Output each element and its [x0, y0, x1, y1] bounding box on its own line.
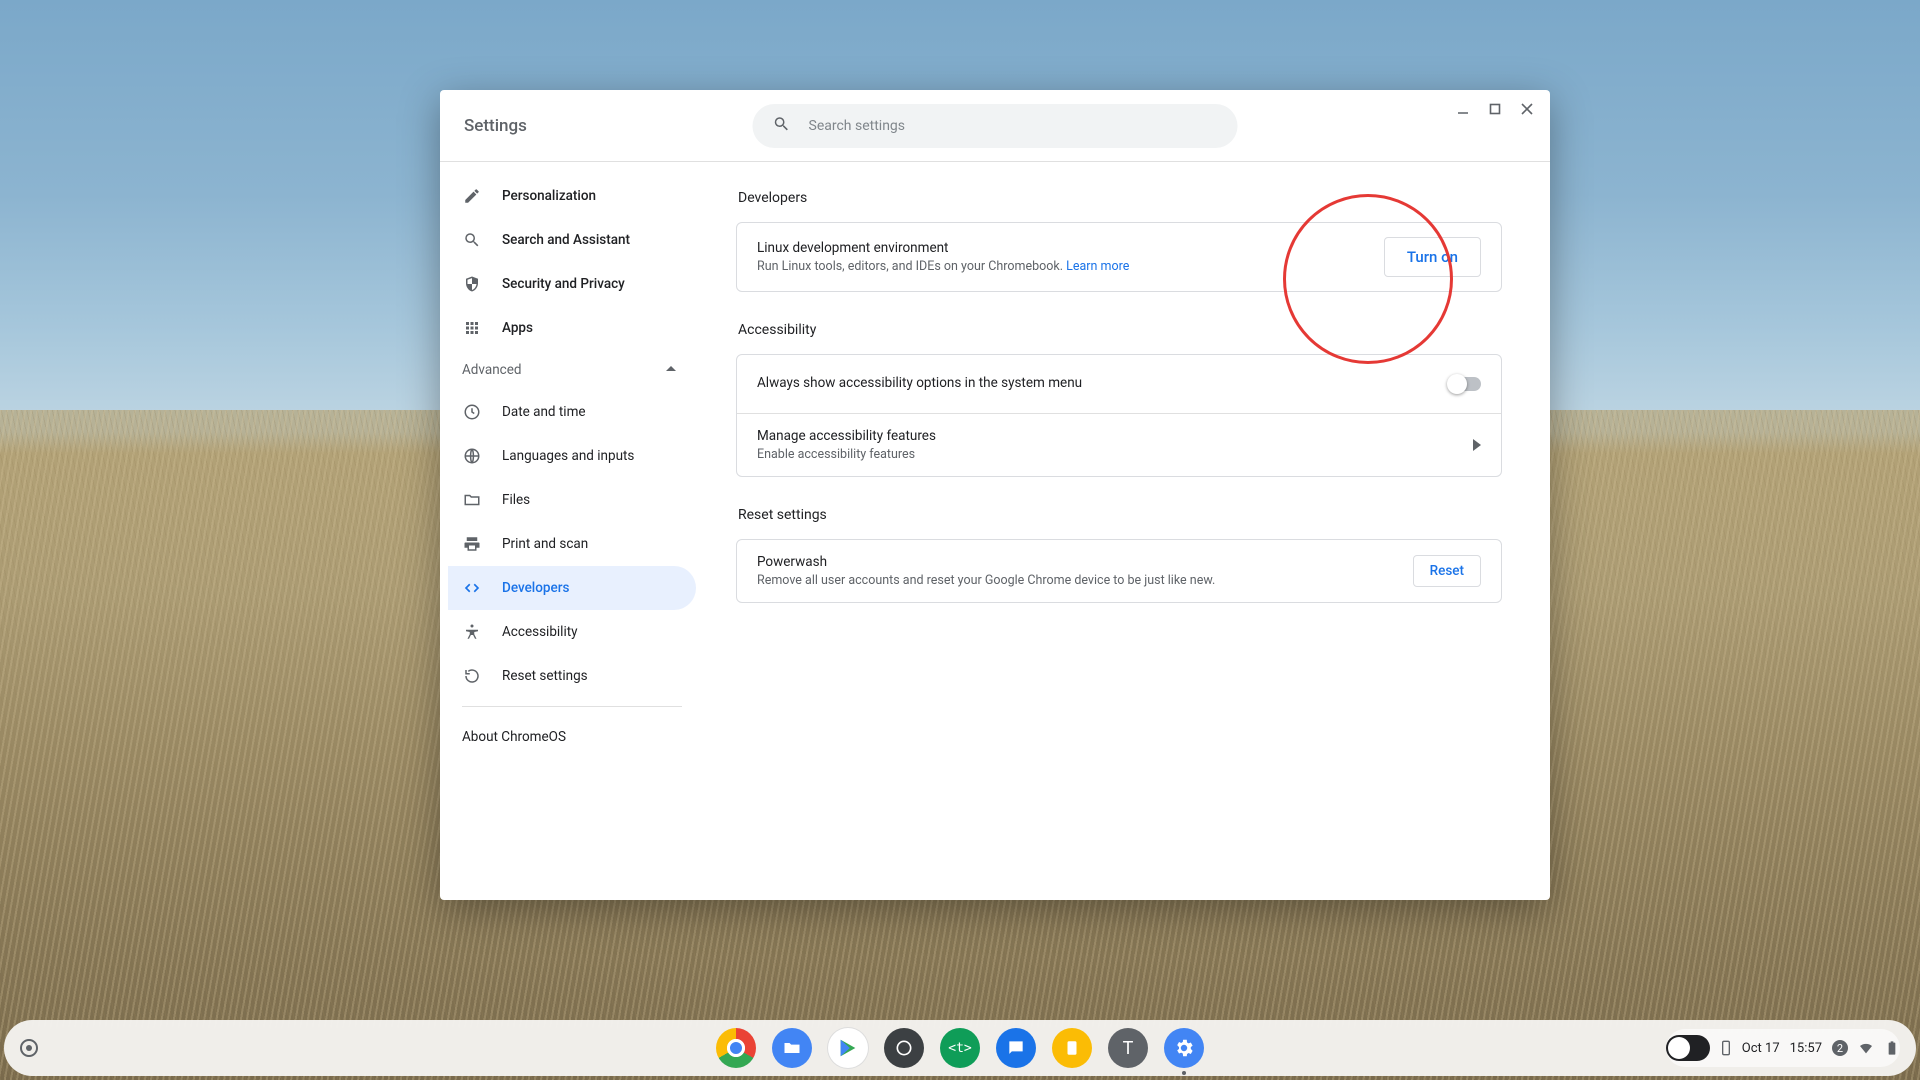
- reset-button[interactable]: Reset: [1413, 555, 1481, 587]
- shield-icon: [462, 274, 482, 294]
- linux-environment-row: Linux development environment Run Linux …: [737, 223, 1501, 291]
- row-title: Always show accessibility options in the…: [757, 375, 1082, 391]
- shelf-app-terminal[interactable]: T: [1108, 1028, 1148, 1068]
- sidebar-item-label: Accessibility: [502, 624, 578, 640]
- shelf-app-settings[interactable]: [1164, 1028, 1204, 1068]
- section-heading-developers: Developers: [738, 190, 1502, 206]
- header: Settings: [440, 90, 1550, 162]
- row-title: Powerwash: [757, 554, 1215, 570]
- clock-icon: [462, 402, 482, 422]
- shelf-app-code[interactable]: <t>: [940, 1028, 980, 1068]
- phone-icon: [1718, 1040, 1734, 1056]
- shelf-app-quicksettings[interactable]: [884, 1028, 924, 1068]
- reset-icon: [462, 666, 482, 686]
- shelf-app-files[interactable]: [772, 1028, 812, 1068]
- sidebar-item-accessibility[interactable]: Accessibility: [448, 610, 696, 654]
- sidebar-item-label: Security and Privacy: [502, 276, 625, 292]
- sidebar-item-print-scan[interactable]: Print and scan: [448, 522, 696, 566]
- toggle-switch[interactable]: [1449, 377, 1481, 391]
- sidebar-item-personalization[interactable]: Personalization: [448, 174, 696, 218]
- search-input[interactable]: [809, 118, 1230, 134]
- always-show-a11y-row[interactable]: Always show accessibility options in the…: [737, 355, 1501, 413]
- sidebar-item-apps[interactable]: Apps: [448, 306, 696, 350]
- content-area: Developers Linux development environment…: [696, 162, 1550, 900]
- shelf-apps: <t> T: [716, 1028, 1204, 1068]
- shelf-app-play[interactable]: [828, 1028, 868, 1068]
- sidebar-item-files[interactable]: Files: [448, 478, 696, 522]
- shelf: <t> T Oct 17 15:57 2: [4, 1020, 1916, 1076]
- wifi-icon: [1858, 1040, 1874, 1056]
- learn-more-link[interactable]: Learn more: [1066, 259, 1129, 274]
- chevron-up-icon: [666, 362, 676, 378]
- accessibility-icon: [462, 622, 482, 642]
- folder-icon: [462, 490, 482, 510]
- sidebar-item-label: Apps: [502, 320, 533, 336]
- status-tray[interactable]: Oct 17 15:57 2: [1666, 1029, 1900, 1067]
- pencil-icon: [462, 186, 482, 206]
- section-heading-reset: Reset settings: [738, 507, 1502, 523]
- apps-grid-icon: [462, 318, 482, 338]
- sidebar-item-label: Date and time: [502, 404, 586, 420]
- code-icon: [462, 578, 482, 598]
- printer-icon: [462, 534, 482, 554]
- row-title: Manage accessibility features: [757, 428, 936, 444]
- dark-mode-toggle[interactable]: [1666, 1035, 1710, 1061]
- sidebar-section-advanced[interactable]: Advanced: [448, 350, 696, 390]
- sidebar: Personalization Search and Assistant Sec…: [440, 162, 696, 900]
- row-subtitle: Enable accessibility features: [757, 447, 936, 462]
- sidebar-item-label: About ChromeOS: [462, 729, 566, 745]
- tray-date: Oct 17: [1742, 1041, 1780, 1056]
- sidebar-item-reset[interactable]: Reset settings: [448, 654, 696, 698]
- developers-card: Linux development environment Run Linux …: [736, 222, 1502, 292]
- sidebar-item-label: Print and scan: [502, 536, 588, 552]
- chevron-right-icon: [1473, 436, 1481, 455]
- reset-card: Powerwash Remove all user accounts and r…: [736, 539, 1502, 603]
- search-icon: [462, 230, 482, 250]
- turn-on-button[interactable]: Turn on: [1384, 237, 1481, 277]
- row-title: Linux development environment: [757, 240, 1129, 256]
- manage-a11y-row[interactable]: Manage accessibility features Enable acc…: [737, 413, 1501, 476]
- sidebar-item-developers[interactable]: Developers: [448, 566, 696, 610]
- sidebar-item-date-time[interactable]: Date and time: [448, 390, 696, 434]
- notification-badge[interactable]: 2: [1832, 1040, 1848, 1056]
- sidebar-item-languages[interactable]: Languages and inputs: [448, 434, 696, 478]
- sidebar-item-about[interactable]: About ChromeOS: [448, 715, 696, 759]
- settings-window: Settings Personalization Search and Assi…: [440, 90, 1550, 900]
- sidebar-item-label: Search and Assistant: [502, 232, 630, 248]
- sidebar-item-label: Languages and inputs: [502, 448, 634, 464]
- globe-icon: [462, 446, 482, 466]
- battery-icon: [1884, 1040, 1900, 1056]
- search-icon: [773, 115, 809, 137]
- shelf-app-chrome[interactable]: [716, 1028, 756, 1068]
- powerwash-row: Powerwash Remove all user accounts and r…: [737, 540, 1501, 602]
- accessibility-card: Always show accessibility options in the…: [736, 354, 1502, 477]
- shelf-app-messages[interactable]: [996, 1028, 1036, 1068]
- section-heading-accessibility: Accessibility: [738, 322, 1502, 338]
- sidebar-item-label: Personalization: [502, 188, 596, 204]
- row-subtitle: Remove all user accounts and reset your …: [757, 573, 1215, 588]
- sidebar-section-label: Advanced: [462, 362, 522, 378]
- row-subtitle: Run Linux tools, editors, and IDEs on yo…: [757, 259, 1129, 274]
- app-title: Settings: [464, 116, 527, 136]
- sidebar-item-label: Developers: [502, 580, 569, 596]
- sidebar-item-security-privacy[interactable]: Security and Privacy: [448, 262, 696, 306]
- shelf-app-keep[interactable]: [1052, 1028, 1092, 1068]
- sidebar-item-label: Files: [502, 492, 530, 508]
- sidebar-item-search-assistant[interactable]: Search and Assistant: [448, 218, 696, 262]
- tray-time: 15:57: [1790, 1041, 1822, 1056]
- launcher-button[interactable]: [20, 1039, 38, 1057]
- sidebar-item-label: Reset settings: [502, 668, 588, 684]
- search-field[interactable]: [753, 104, 1238, 148]
- sidebar-divider: [462, 706, 682, 707]
